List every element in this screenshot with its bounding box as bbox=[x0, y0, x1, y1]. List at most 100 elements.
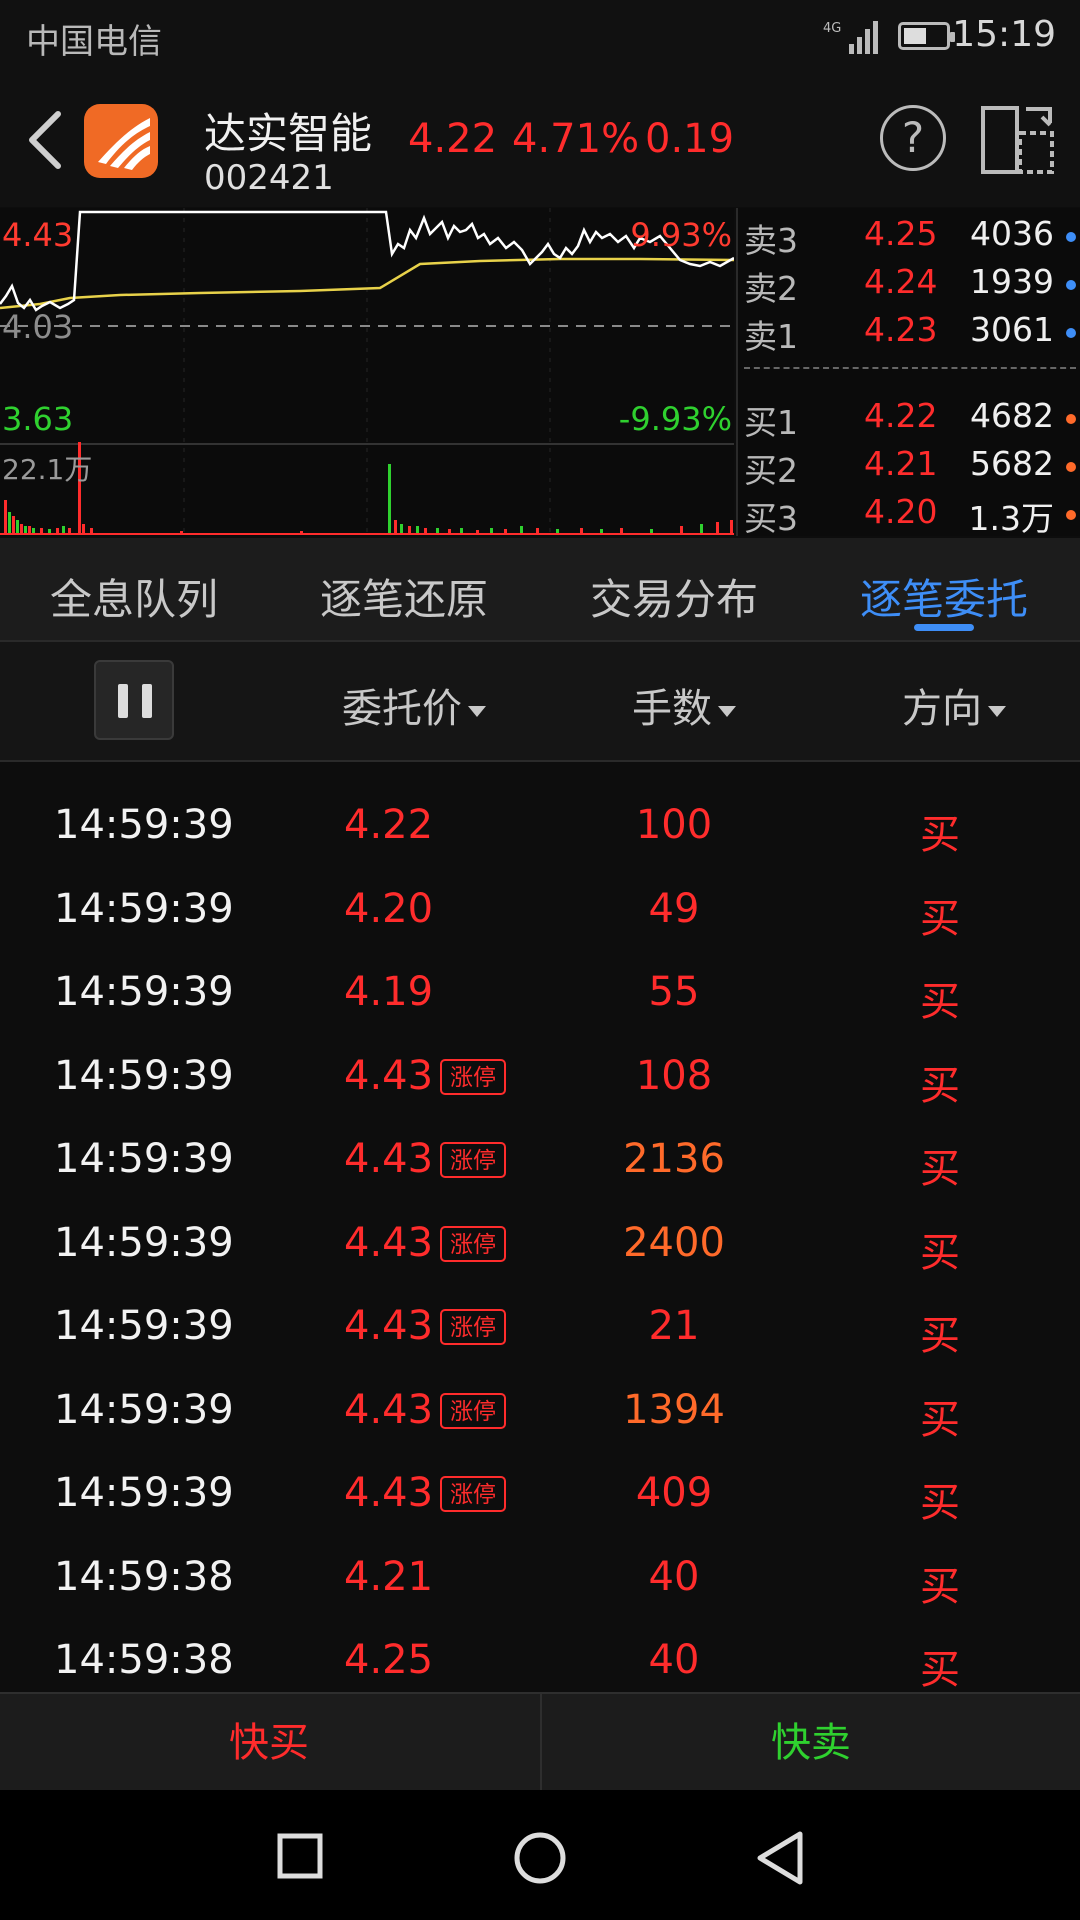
intraday-chart[interactable]: 4.43 4.03 3.63 9.93% -9.93% 22.1万 bbox=[0, 208, 734, 536]
trade-price: 4.22 bbox=[344, 802, 434, 848]
trade-price: 4.43 bbox=[344, 1470, 434, 1516]
trade-price: 4.25 bbox=[344, 1637, 434, 1683]
list-item[interactable]: 14:59:39 4.19 55 买 bbox=[0, 959, 1080, 1043]
trade-time: 14:59:39 bbox=[54, 969, 234, 1015]
book-volume: 1.3万 bbox=[968, 499, 1054, 538]
tick-order-list[interactable]: 14:59:39 4.22 100 买 14:59:39 4.20 49 买 14:59:39 4… bbox=[0, 762, 1080, 1692]
trade-time: 14:59:38 bbox=[54, 1637, 234, 1683]
quick-sell-button[interactable]: 快卖 bbox=[540, 1694, 1080, 1792]
active-tab-indicator bbox=[914, 624, 974, 631]
list-item bbox=[0, 762, 1080, 786]
trade-price: 4.43 bbox=[344, 1386, 434, 1433]
stock-price: 4.22 bbox=[408, 116, 498, 162]
book-level-label: 卖3 bbox=[744, 221, 798, 260]
tab-trade-distribution[interactable]: 交易分布 bbox=[574, 566, 774, 627]
trade-direction: 买 bbox=[920, 1563, 960, 1610]
tab-tick-orders[interactable]: 逐笔委托 bbox=[844, 566, 1044, 627]
trade-price: 4.43 bbox=[344, 1136, 434, 1182]
trade-price: 4.43 bbox=[344, 1303, 434, 1349]
recent-apps-icon[interactable] bbox=[276, 1832, 324, 1880]
chart-prev-close: 4.03 bbox=[2, 308, 74, 346]
trade-direction: 买 bbox=[920, 1313, 960, 1359]
limit-up-badge: 涨停 bbox=[440, 1142, 506, 1178]
column-volume-label: 手数 bbox=[632, 686, 712, 732]
book-dot-icon bbox=[1066, 328, 1076, 338]
quick-buy-button[interactable]: 快买 bbox=[0, 1694, 538, 1792]
trade-time: 14:59:39 bbox=[54, 885, 234, 932]
trade-time: 14:59:39 bbox=[54, 802, 234, 848]
system-nav-bar bbox=[0, 1790, 1080, 1920]
list-item[interactable]: 14:59:39 4.43 涨停 2400 买 bbox=[0, 1210, 1080, 1294]
column-price-label: 委托价 bbox=[342, 686, 462, 732]
switch-layout-icon[interactable] bbox=[980, 105, 1056, 175]
status-time: 15:19 bbox=[952, 14, 1056, 55]
ask-row[interactable]: 卖1 4.23 3061 bbox=[738, 310, 1080, 356]
trade-direction: 买 bbox=[920, 895, 960, 942]
list-item[interactable]: 14:59:39 4.43 涨停 21 买 bbox=[0, 1293, 1080, 1377]
battery-icon bbox=[898, 22, 955, 50]
trade-time: 14:59:39 bbox=[54, 1470, 234, 1516]
trade-direction: 买 bbox=[920, 979, 960, 1025]
bid-row[interactable]: 买1 4.22 4682 bbox=[738, 396, 1080, 442]
signal-icon: 4G bbox=[823, 21, 878, 54]
bid-row[interactable]: 买3 4.20 1.3万 bbox=[738, 492, 1080, 538]
trade-volume: 108 bbox=[635, 1052, 713, 1099]
trade-volume: 2136 bbox=[623, 1136, 725, 1182]
book-price: 4.21 bbox=[864, 444, 938, 483]
trade-volume: 49 bbox=[648, 885, 700, 932]
list-item[interactable]: 14:59:39 4.20 49 买 bbox=[0, 876, 1080, 960]
tab-tick-restore[interactable]: 逐笔还原 bbox=[304, 566, 504, 627]
book-price: 4.23 bbox=[864, 310, 938, 349]
book-level-label: 买1 bbox=[744, 403, 798, 442]
trade-direction: 买 bbox=[920, 1396, 960, 1443]
book-level-label: 卖1 bbox=[744, 317, 798, 356]
chart-low-price: 3.63 bbox=[2, 400, 74, 438]
book-dot-icon bbox=[1066, 462, 1076, 472]
book-level-label: 买2 bbox=[744, 451, 798, 490]
trade-time: 14:59:38 bbox=[54, 1553, 234, 1600]
list-item[interactable]: 14:59:39 4.43 涨停 1394 买 bbox=[0, 1377, 1080, 1461]
trade-price: 4.43 bbox=[344, 1052, 434, 1099]
sort-volume-button[interactable]: 手数 bbox=[632, 676, 736, 734]
list-item[interactable]: 14:59:39 4.43 涨停 409 买 bbox=[0, 1460, 1080, 1544]
limit-up-badge: 涨停 bbox=[440, 1225, 506, 1262]
list-item[interactable]: 14:59:38 4.25 40 买 bbox=[0, 1627, 1080, 1692]
pause-button[interactable] bbox=[94, 660, 174, 740]
trade-time: 14:59:39 bbox=[54, 1136, 234, 1182]
trade-time: 14:59:39 bbox=[54, 1052, 234, 1099]
stock-code: 002421 bbox=[204, 158, 334, 198]
ask-row[interactable]: 卖3 4.25 4036 bbox=[738, 214, 1080, 260]
trade-direction: 买 bbox=[920, 1647, 960, 1692]
sort-direction-button[interactable]: 方向 bbox=[902, 676, 1006, 734]
book-dot-icon bbox=[1066, 510, 1076, 520]
home-icon[interactable] bbox=[512, 1830, 568, 1886]
app-logo bbox=[84, 104, 158, 178]
tab-full-queue[interactable]: 全息队列 bbox=[34, 566, 234, 627]
trade-direction: 买 bbox=[920, 1062, 960, 1109]
sort-price-button[interactable]: 委托价 bbox=[342, 676, 486, 734]
trade-price: 4.43 bbox=[344, 1219, 434, 1266]
nav-back-icon[interactable] bbox=[754, 1830, 806, 1886]
trade-time: 14:59:39 bbox=[54, 1386, 234, 1433]
list-item[interactable]: 14:59:38 4.21 40 买 bbox=[0, 1544, 1080, 1628]
book-volume: 4036 bbox=[970, 214, 1054, 253]
bid-row[interactable]: 买2 4.21 5682 bbox=[738, 444, 1080, 490]
list-item[interactable]: 14:59:39 4.43 涨停 108 买 bbox=[0, 1043, 1080, 1127]
book-dot-icon bbox=[1066, 280, 1076, 290]
book-dot-icon bbox=[1066, 414, 1076, 424]
back-icon[interactable] bbox=[26, 108, 66, 172]
list-item[interactable]: 14:59:39 4.22 100 买 bbox=[0, 792, 1080, 876]
help-button[interactable]: ? bbox=[880, 105, 946, 171]
book-price: 4.25 bbox=[864, 214, 938, 253]
trade-volume: 1394 bbox=[623, 1386, 725, 1433]
book-price: 4.20 bbox=[864, 492, 938, 531]
ask-row[interactable]: 卖2 4.24 1939 bbox=[738, 262, 1080, 308]
trade-time: 14:59:39 bbox=[54, 1219, 234, 1266]
caret-down-icon bbox=[988, 705, 1006, 717]
book-level-label: 卖2 bbox=[744, 269, 798, 308]
trade-price: 4.20 bbox=[344, 885, 434, 932]
limit-up-badge: 涨停 bbox=[440, 1476, 506, 1512]
order-book: 卖3 4.25 4036 卖2 4.24 1939 卖1 4.23 3061 买1 4.22 4682… bbox=[736, 208, 1080, 538]
list-item[interactable]: 14:59:39 4.43 涨停 2136 买 bbox=[0, 1126, 1080, 1210]
book-price: 4.24 bbox=[864, 262, 938, 301]
